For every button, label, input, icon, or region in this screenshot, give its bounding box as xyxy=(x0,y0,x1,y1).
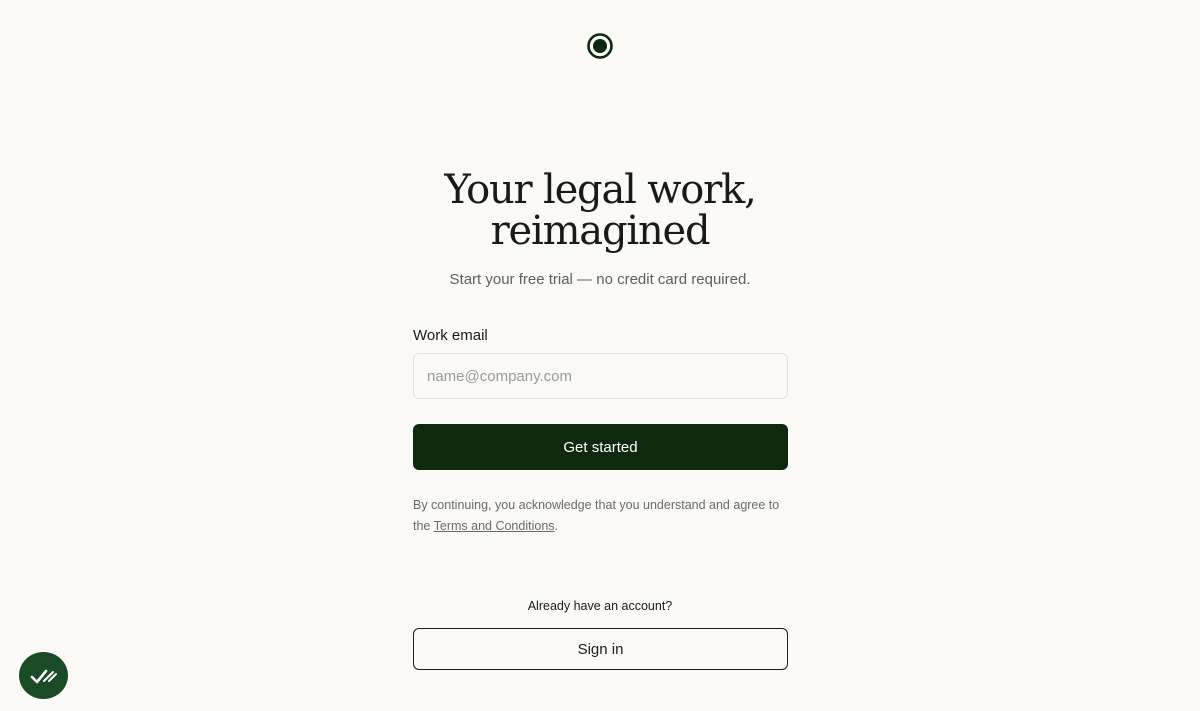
checklist-icon xyxy=(30,669,57,683)
legal-notice: By continuing, you acknowledge that you … xyxy=(413,495,788,537)
page-subtitle: Start your free trial — no credit card r… xyxy=(449,271,751,288)
signin-prompt: Already have an account? xyxy=(527,599,673,613)
sign-in-button[interactable]: Sign in xyxy=(413,628,788,670)
page-title: Your legal work, reimagined xyxy=(0,170,1200,252)
page-title-line-2: reimagined xyxy=(490,208,711,254)
signup-form: Work email Get started By continuing, yo… xyxy=(413,326,788,537)
terms-link[interactable]: Terms and Conditions xyxy=(434,519,555,533)
checklist-widget-button[interactable] xyxy=(19,652,68,699)
page-title-line-1: Your legal work, xyxy=(444,167,756,213)
get-started-button[interactable]: Get started xyxy=(413,424,788,470)
email-field[interactable] xyxy=(413,353,788,399)
brand-logo-icon[interactable] xyxy=(587,33,613,59)
email-label: Work email xyxy=(413,327,488,344)
legal-text-end: . xyxy=(554,519,559,533)
